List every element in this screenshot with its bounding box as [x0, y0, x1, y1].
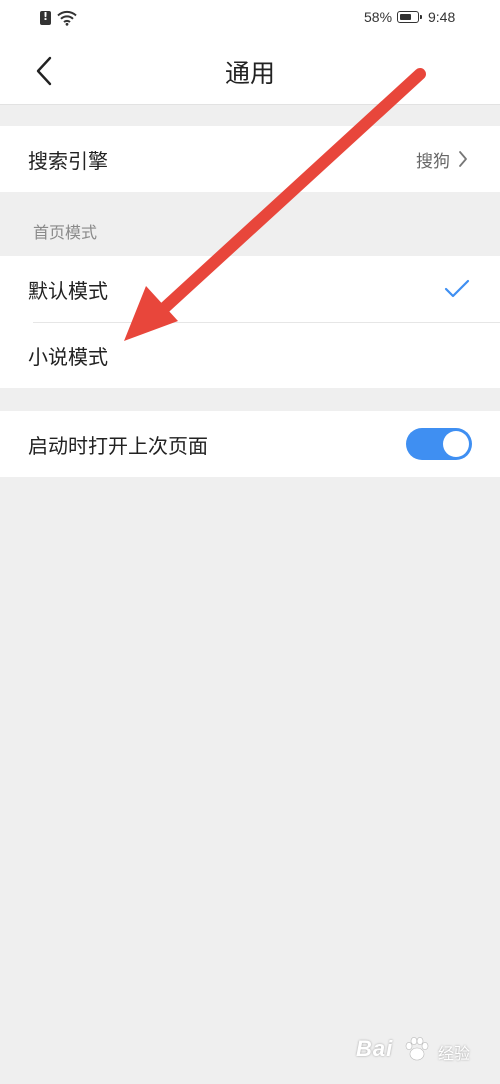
- watermark-brand: Bai: [356, 1036, 394, 1061]
- paw-icon: [405, 1037, 429, 1061]
- watermark: Bai 经验: [356, 1030, 486, 1070]
- watermark-suffix: 经验: [438, 1044, 471, 1063]
- annotation-arrow: [124, 68, 426, 341]
